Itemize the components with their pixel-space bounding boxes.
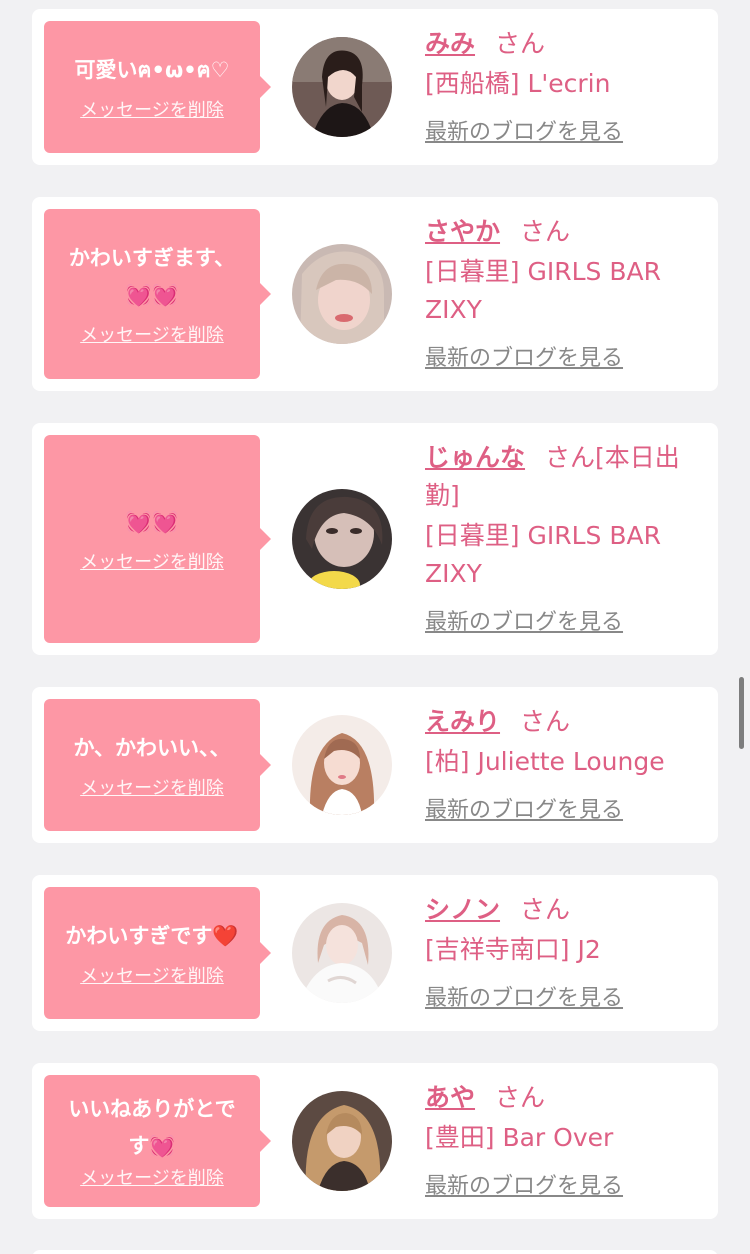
name-line: えみり さん [425, 703, 702, 741]
message-bubble: 💓💓 メッセージを削除 [44, 435, 271, 643]
message-card: かわいすぎです❤️ メッセージを削除 シノン さん [吉祥寺南口] J2 最新のブ… [32, 875, 718, 1031]
shop-name: [西船橋] L'ecrin [425, 69, 611, 98]
profile-photo-icon [292, 1091, 392, 1191]
message-bubble: かわいすぎます、 💓💓 メッセージを削除 [44, 209, 271, 379]
latest-blog-link[interactable]: 最新のブログを見る [425, 608, 623, 638]
honorific: さん [495, 1083, 546, 1112]
latest-blog-link[interactable]: 最新のブログを見る [425, 984, 623, 1014]
name-line: シノン さん [425, 891, 702, 929]
message-text: かわいすぎます、 💓💓 [68, 246, 236, 307]
honorific: さん [495, 29, 546, 58]
name-line: あや さん [425, 1079, 702, 1117]
message-text: 可愛いฅ•ω•ฅ♡ [74, 57, 230, 82]
message-bubble: いいねありがとで す💓 メッセージを削除 [44, 1075, 271, 1207]
sender-name-link[interactable]: シノン [425, 895, 500, 924]
message-text: か、かわいい、、 [73, 735, 231, 760]
message-card: か、かわいい、、 メッセージを削除 えみり さん [柏] Juliette Lou… [32, 687, 718, 843]
message-card: かわいすぎます、 💓💓 メッセージを削除 さやか さん [日暮里] GIRLS B… [32, 197, 718, 391]
profile-photo-icon [292, 715, 392, 815]
sender-name-link[interactable]: さやか [425, 217, 500, 246]
sender-info: あや さん [豊田] Bar Over [425, 1079, 702, 1157]
honorific: さん [520, 217, 571, 246]
profile-photo-icon [292, 37, 392, 137]
sender-info: シノン さん [吉祥寺南口] J2 [425, 891, 702, 969]
shop-name: [柏] Juliette Lounge [425, 747, 665, 776]
honorific: さん [520, 895, 571, 924]
sender-name-link[interactable]: みみ [425, 29, 475, 58]
latest-blog-link[interactable]: 最新のブログを見る [425, 796, 623, 826]
message-bubble: か、かわいい、、 メッセージを削除 [44, 699, 271, 831]
message-card: 可愛いฅ•ω•ฅ♡ メッセージを削除 みみ さん [西船橋] L'ecrin 最新… [32, 9, 718, 165]
scrollbar[interactable] [739, 677, 744, 749]
delete-message-link[interactable]: メッセージを削除 [80, 1167, 224, 1191]
name-line: さやか さん [425, 213, 702, 251]
message-list-page: 可愛いฅ•ω•ฅ♡ メッセージを削除 みみ さん [西船橋] L'ecrin 最新… [0, 0, 750, 1254]
shop-name: [日暮里] GIRLS BAR ZIXY [425, 521, 661, 588]
name-line: みみ さん [425, 25, 702, 63]
sender-info: さやか さん [日暮里] GIRLS BAR ZIXY [425, 213, 702, 329]
shop-name: [吉祥寺南口] J2 [425, 935, 601, 964]
sender-name-link[interactable]: えみり [425, 707, 500, 736]
message-text: 💓💓 [125, 509, 179, 534]
avatar[interactable] [292, 1091, 392, 1191]
sender-info: みみ さん [西船橋] L'ecrin [425, 25, 702, 103]
sender-name-link[interactable]: あや [425, 1083, 475, 1112]
honorific: さん [545, 443, 596, 472]
profile-photo-icon [292, 244, 392, 344]
message-bubble: 可愛いฅ•ω•ฅ♡ メッセージを削除 [44, 21, 271, 153]
latest-blog-link[interactable]: 最新のブログを見る [425, 118, 623, 148]
name-line: じゅんな さん[本日出勤] [425, 439, 702, 515]
latest-blog-link[interactable]: 最新のブログを見る [425, 1172, 623, 1202]
avatar[interactable] [292, 489, 392, 589]
avatar[interactable] [292, 715, 392, 815]
message-text: かわいすぎです❤️ [65, 923, 239, 948]
profile-photo-icon [292, 903, 392, 1003]
delete-message-link[interactable]: メッセージを削除 [80, 99, 224, 123]
delete-message-link[interactable]: メッセージを削除 [80, 324, 224, 348]
delete-message-link[interactable]: メッセージを削除 [80, 777, 224, 801]
shop-name: [日暮里] GIRLS BAR ZIXY [425, 257, 661, 324]
message-card: いいねありがとで す💓 メッセージを削除 あや さん [豊田] Bar Over … [32, 1063, 718, 1219]
shop-name: [豊田] Bar Over [425, 1123, 614, 1152]
honorific: さん [520, 707, 571, 736]
message-card: 💓💓 メッセージを削除 じゅんな さん[本日出勤] [日暮里] GIRLS BAR… [32, 423, 718, 655]
profile-photo-icon [292, 489, 392, 589]
avatar[interactable] [292, 903, 392, 1003]
message-card-partial [32, 1250, 718, 1254]
avatar[interactable] [292, 37, 392, 137]
avatar[interactable] [292, 244, 392, 344]
latest-blog-link[interactable]: 最新のブログを見る [425, 344, 623, 374]
sender-info: えみり さん [柏] Juliette Lounge [425, 703, 702, 781]
sender-name-link[interactable]: じゅんな [425, 443, 525, 472]
delete-message-link[interactable]: メッセージを削除 [80, 551, 224, 575]
sender-info: じゅんな さん[本日出勤] [日暮里] GIRLS BAR ZIXY [425, 439, 702, 593]
message-bubble: かわいすぎです❤️ メッセージを削除 [44, 887, 271, 1019]
message-text: いいねありがとで す💓 [68, 1097, 236, 1158]
delete-message-link[interactable]: メッセージを削除 [80, 965, 224, 989]
